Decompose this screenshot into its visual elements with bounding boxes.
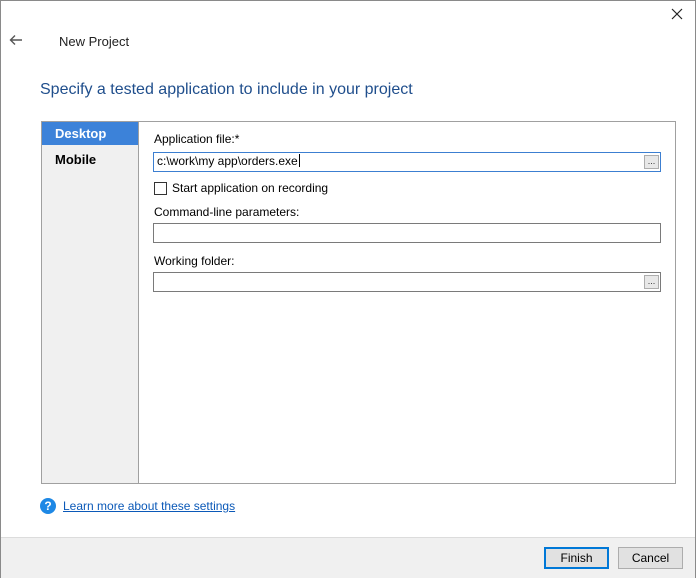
command-line-input[interactable]	[153, 223, 661, 243]
application-file-label: Application file:*	[154, 132, 240, 146]
settings-panel: Desktop Mobile Application file:* c:\wor…	[41, 121, 676, 484]
working-folder-browse-button[interactable]: ...	[644, 275, 659, 289]
learn-more-link[interactable]: Learn more about these settings	[63, 499, 235, 513]
desktop-settings: Application file:* c:\work\my app\orders…	[139, 122, 675, 483]
start-on-recording-checkbox[interactable]	[154, 182, 167, 195]
back-button[interactable]	[8, 32, 26, 50]
working-folder-input[interactable]	[153, 272, 661, 292]
finish-button[interactable]: Finish	[544, 547, 609, 569]
close-button[interactable]	[663, 3, 691, 25]
text-caret	[298, 154, 300, 167]
dialog-footer: Finish Cancel	[1, 537, 695, 578]
sidebar-item-mobile[interactable]: Mobile	[42, 148, 138, 171]
cancel-button[interactable]: Cancel	[618, 547, 683, 569]
sidebar-item-desktop[interactable]: Desktop	[42, 122, 138, 145]
application-file-value: c:\work\my app\orders.exe	[157, 154, 298, 168]
page-heading: Specify a tested application to include …	[40, 81, 413, 98]
help-icon: ?	[40, 498, 56, 514]
start-on-recording-label: Start application on recording	[172, 181, 329, 195]
close-icon	[671, 8, 683, 20]
window-title: New Project	[59, 34, 130, 49]
back-arrow-icon	[9, 35, 22, 45]
dialog-window: New Project Specify a tested application…	[0, 0, 696, 578]
command-line-label: Command-line parameters:	[154, 205, 300, 219]
application-file-browse-button[interactable]: ...	[644, 155, 659, 169]
application-file-input[interactable]: c:\work\my app\orders.exe	[153, 152, 661, 172]
working-folder-label: Working folder:	[154, 254, 235, 268]
sidebar: Desktop Mobile	[42, 122, 139, 483]
